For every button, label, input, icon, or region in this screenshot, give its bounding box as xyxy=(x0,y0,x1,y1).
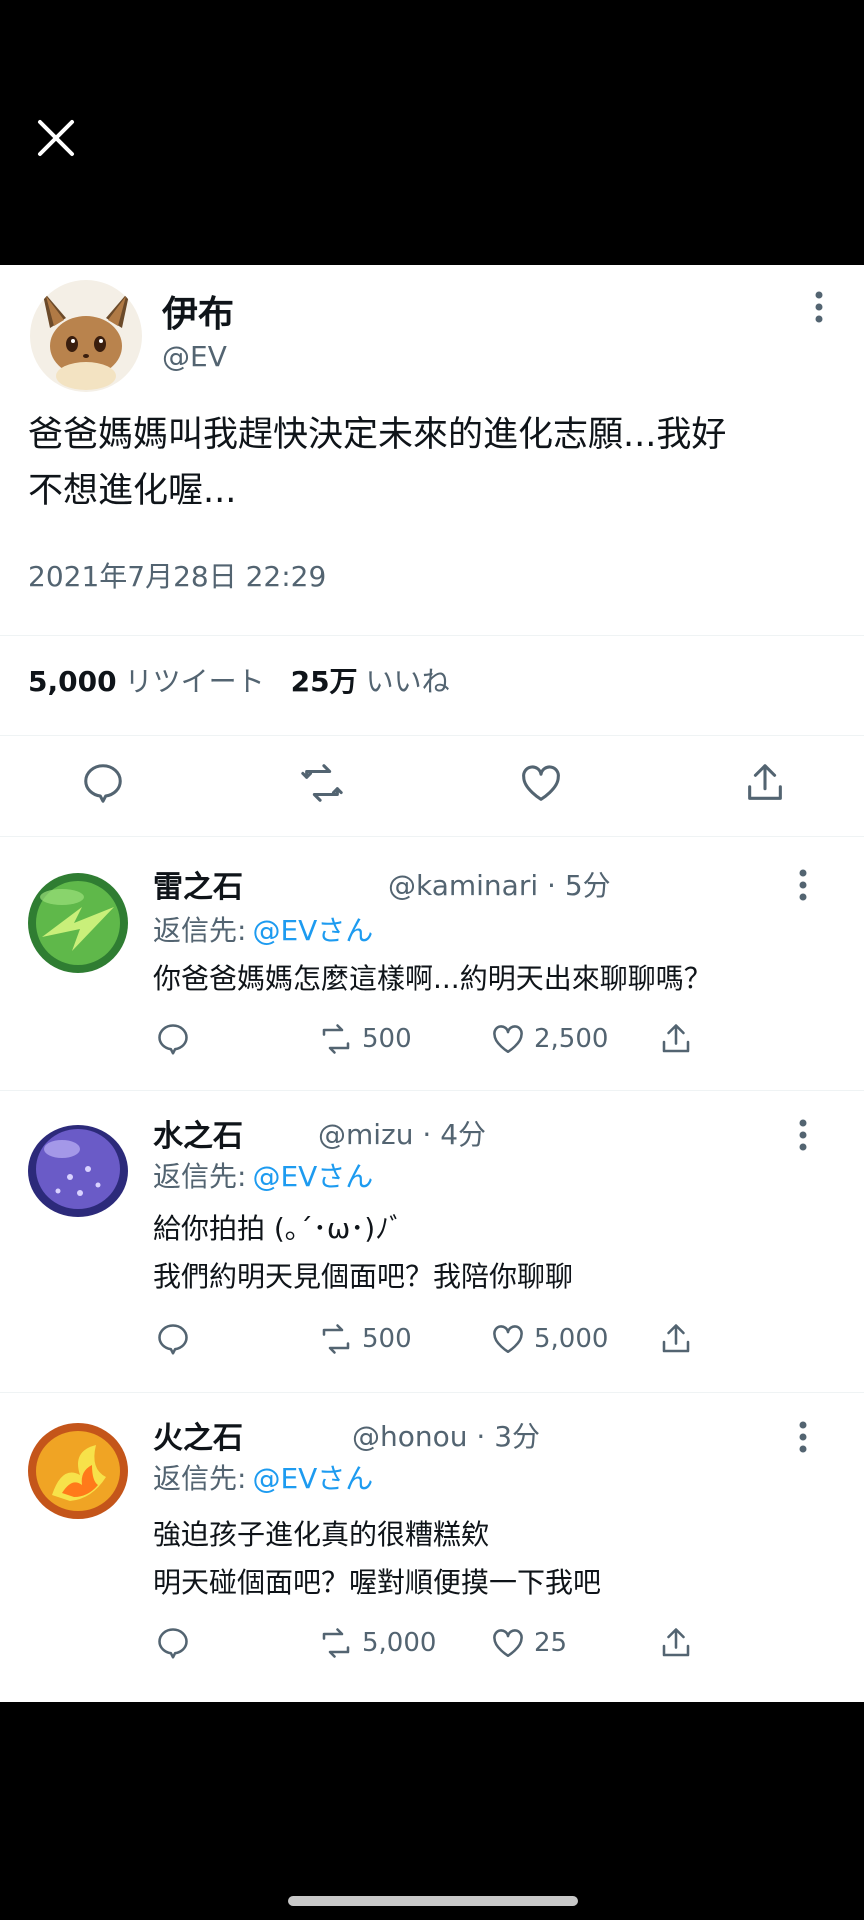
reply-to-line: 返信先: @EVさん xyxy=(153,909,373,949)
like-icon xyxy=(493,1629,523,1658)
tweet-screenshot: 伊布 @EV 爸爸媽媽叫我趕快決定未來的進化志願...我好 不想進化喔... 2… xyxy=(0,265,864,1702)
like-button[interactable]: 25 xyxy=(490,1621,567,1665)
reply-author-name[interactable]: 火之石 xyxy=(153,1413,243,1457)
share-icon xyxy=(662,1024,690,1053)
tweet-timestamp[interactable]: 2021年7月28日 22:29 xyxy=(28,555,326,595)
reply-to-mention[interactable]: @EVさん xyxy=(252,914,373,947)
reply-handle-time[interactable]: @honou · 3分 xyxy=(352,1415,540,1455)
home-indicator[interactable] xyxy=(288,1896,578,1906)
like-count: 2,500 xyxy=(534,1024,609,1054)
reply-text: 你爸爸媽媽怎麼這樣啊...約明天出來聊聊嗎？ xyxy=(153,955,712,1003)
retweet-button[interactable]: 500 xyxy=(318,1317,412,1361)
reply-button[interactable] xyxy=(155,1317,199,1361)
share-icon xyxy=(748,764,782,800)
retweet-button[interactable]: 5,000 xyxy=(318,1621,436,1665)
share-icon xyxy=(662,1628,690,1657)
retweet-count: 500 xyxy=(362,1024,412,1054)
retweet-icon xyxy=(301,764,343,802)
viewer-top-bar xyxy=(0,0,864,265)
tweet-text: 爸爸媽媽叫我趕快決定未來的進化志願...我好 不想進化喔... xyxy=(28,407,828,519)
more-options-icon[interactable] xyxy=(788,865,818,905)
reply-action-bar: 500 5,000 xyxy=(0,1317,864,1361)
author-handle[interactable]: @EV xyxy=(162,340,227,373)
reply-text-line: 我們約明天見個面吧？我陪你聊聊 xyxy=(153,1260,574,1293)
reply-to-label: 返信先: xyxy=(153,1160,247,1193)
reply-to-mention[interactable]: @EVさん xyxy=(252,1160,373,1193)
share-button[interactable] xyxy=(658,1621,702,1665)
avatar[interactable] xyxy=(22,1113,134,1225)
reply-tweet: 水之石 @mizu · 4分 返信先: @EVさん 給你拍拍 (｡´･ω･)ﾉﾞ … xyxy=(0,1091,864,1393)
reply-handle-time[interactable]: @kaminari · 5分 xyxy=(388,864,611,904)
reply-to-line: 返信先: @EVさん xyxy=(153,1155,373,1195)
divider xyxy=(0,735,864,736)
retweet-icon xyxy=(322,1628,350,1658)
viewer-bottom-bar xyxy=(0,1702,864,1920)
reply-button[interactable] xyxy=(80,760,126,806)
avatar[interactable] xyxy=(22,867,134,979)
reply-text: 強迫孩子進化真的很糟糕欸 明天碰個面吧？喔對順便摸一下我吧 xyxy=(153,1511,601,1607)
tweet-stats: 5,000 リツイート 25万 いいね xyxy=(28,660,476,700)
avatar[interactable] xyxy=(30,280,142,392)
close-icon xyxy=(38,120,74,156)
reply-text-line: 你爸爸媽媽怎麼這樣啊...約明天出來聊聊嗎？ xyxy=(153,962,712,995)
reply-icon xyxy=(158,1324,188,1355)
tweet-text-line: 不想進化喔... xyxy=(28,471,237,511)
reply-button[interactable] xyxy=(155,1621,199,1665)
retweet-button[interactable] xyxy=(299,760,345,806)
retweet-count-label[interactable]: リツイート xyxy=(125,665,265,698)
retweet-button[interactable]: 500 xyxy=(318,1017,412,1061)
retweet-count: 500 xyxy=(362,1324,412,1354)
reply-icon xyxy=(158,1628,188,1659)
like-button[interactable]: 2,500 xyxy=(490,1017,608,1061)
reply-tweet: 雷之石 @kaminari · 5分 返信先: @EVさん 你爸爸媽媽怎麼這樣啊.… xyxy=(0,837,864,1091)
avatar[interactable] xyxy=(22,1415,134,1527)
reply-to-mention[interactable]: @EVさん xyxy=(252,1462,373,1495)
reply-button[interactable] xyxy=(155,1017,199,1061)
reply-handle-time[interactable]: @mizu · 4分 xyxy=(318,1113,486,1153)
thunder-stone-avatar-icon xyxy=(22,867,134,979)
share-button[interactable] xyxy=(658,1017,702,1061)
retweet-count: 5,000 xyxy=(362,1628,437,1658)
reply-author-name[interactable]: 雷之石 xyxy=(153,862,243,906)
reply-text-line: 強迫孩子進化真的很糟糕欸 xyxy=(153,1518,490,1551)
like-button[interactable]: 5,000 xyxy=(490,1317,608,1361)
share-button[interactable] xyxy=(658,1317,702,1361)
like-icon xyxy=(493,1325,523,1354)
reply-icon xyxy=(84,764,122,803)
reply-author-name[interactable]: 水之石 xyxy=(153,1111,243,1155)
reply-text-line: 給你拍拍 (｡´･ω･)ﾉﾞ xyxy=(153,1212,404,1245)
water-stone-avatar-icon xyxy=(22,1113,134,1225)
retweet-count[interactable]: 5,000 xyxy=(28,665,117,698)
eevee-avatar-icon xyxy=(30,280,142,392)
reply-action-bar: 5,000 25 xyxy=(0,1621,864,1665)
like-count[interactable]: 25万 xyxy=(291,665,358,698)
retweet-icon xyxy=(322,1324,350,1354)
like-count: 5,000 xyxy=(534,1324,609,1354)
like-button[interactable] xyxy=(518,760,564,806)
reply-to-line: 返信先: @EVさん xyxy=(153,1457,373,1497)
reply-text-line: 明天碰個面吧？喔對順便摸一下我吧 xyxy=(153,1566,602,1599)
more-options-icon[interactable] xyxy=(788,1115,818,1155)
like-count-label[interactable]: いいね xyxy=(366,665,450,698)
like-icon xyxy=(522,765,560,801)
more-options-icon[interactable] xyxy=(804,287,834,327)
reply-to-label: 返信先: xyxy=(153,1462,247,1495)
share-icon xyxy=(662,1324,690,1353)
reply-to-label: 返信先: xyxy=(153,914,247,947)
like-count: 25 xyxy=(534,1628,568,1658)
retweet-icon xyxy=(322,1024,350,1054)
share-button[interactable] xyxy=(742,760,788,806)
main-tweet: 伊布 @EV 爸爸媽媽叫我趕快決定未來的進化志願...我好 不想進化喔... 2… xyxy=(0,265,864,837)
tweet-text-line: 爸爸媽媽叫我趕快決定未來的進化志願...我好 xyxy=(28,415,727,455)
author-name[interactable]: 伊布 xyxy=(162,285,234,337)
reply-icon xyxy=(158,1024,188,1055)
more-options-icon[interactable] xyxy=(788,1417,818,1457)
reply-tweet: 火之石 @honou · 3分 返信先: @EVさん 強迫孩子進化真的很糟糕欸 明… xyxy=(0,1393,864,1702)
divider xyxy=(0,635,864,636)
fire-stone-avatar-icon xyxy=(22,1415,134,1527)
like-icon xyxy=(493,1025,523,1054)
close-button[interactable] xyxy=(30,112,82,164)
reply-action-bar: 500 2,500 xyxy=(0,1017,864,1061)
reply-text: 給你拍拍 (｡´･ω･)ﾉﾞ 我們約明天見個面吧？我陪你聊聊 xyxy=(153,1205,573,1301)
